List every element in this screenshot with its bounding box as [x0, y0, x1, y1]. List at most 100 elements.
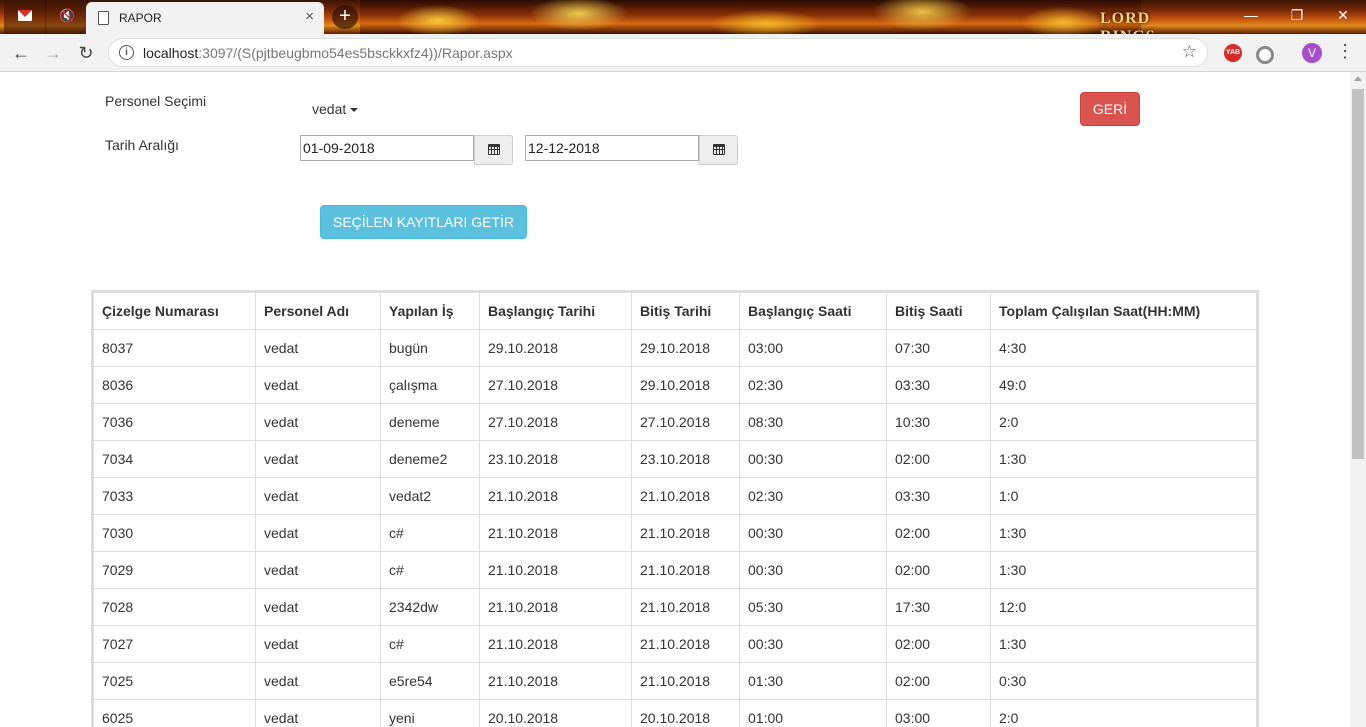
- table-cell: 17:30: [886, 588, 991, 626]
- table-cell: vedat: [255, 514, 381, 552]
- scrollbar-thumb[interactable]: [1352, 89, 1364, 459]
- personel-dropdown[interactable]: vedat: [312, 101, 359, 117]
- table-cell: 07:30: [886, 329, 991, 367]
- tab-close-icon[interactable]: ×: [305, 8, 314, 25]
- table-cell: 7028: [93, 588, 256, 626]
- table-cell: 01:00: [739, 699, 887, 727]
- vertical-scrollbar[interactable]: [1350, 72, 1366, 727]
- table-cell: 02:30: [739, 477, 887, 515]
- calendar-icon: [713, 144, 725, 155]
- table-cell: 49:0: [990, 366, 1257, 404]
- table-cell: vedat: [255, 403, 381, 441]
- table-cell: 02:00: [886, 625, 991, 663]
- table-cell: 7025: [93, 662, 256, 700]
- table-cell: yeni: [380, 699, 480, 727]
- table-cell: 21.10.2018: [479, 477, 632, 515]
- table-cell: 6025: [93, 699, 256, 727]
- table-cell: 00:30: [739, 440, 887, 478]
- table-cell: 20.10.2018: [631, 699, 740, 727]
- table-row: 8036 vedat çalışma 27.10.2018 29.10.2018 02:3…: [93, 366, 1257, 404]
- start-date-input[interactable]: [300, 135, 474, 161]
- browser-toolbar: ← → ↻ i localhost:3097/(S(pjtbeugbmo54es…: [0, 34, 1366, 72]
- table-cell: 1:30: [990, 514, 1257, 552]
- ring-extension-icon[interactable]: [1256, 46, 1274, 64]
- table-row: 6025 vedat yeni 20.10.2018 20.10.2018 01:00 03…: [93, 699, 1257, 727]
- url-text: localhost:3097/(S(pjtbeugbmo54es5bsckkxf…: [143, 45, 513, 61]
- table-cell: 02:30: [739, 366, 887, 404]
- table-row: 7025 vedat e5re54 21.10.2018 21.10.2018 01:30…: [93, 662, 1257, 700]
- minimize-button[interactable]: —: [1228, 0, 1274, 30]
- column-header: Toplam Çalışılan Saat(HH:MM): [990, 292, 1257, 330]
- table-cell: 03:00: [886, 699, 991, 727]
- personel-label: Personel Seçimi: [105, 93, 207, 109]
- column-header: Bitiş Saati: [886, 292, 991, 330]
- table-cell: c#: [380, 551, 480, 589]
- personel-selected: vedat: [312, 101, 347, 117]
- table-cell: 29.10.2018: [631, 329, 740, 367]
- window-close-button[interactable]: ✕: [1320, 0, 1366, 30]
- start-date-calendar-button[interactable]: [474, 135, 513, 165]
- table-cell: 21.10.2018: [479, 625, 632, 663]
- end-date-calendar-button[interactable]: [699, 135, 738, 165]
- table-cell: vedat: [255, 625, 381, 663]
- tab-gmail[interactable]: [4, 0, 46, 34]
- table-cell: 4:30: [990, 329, 1257, 367]
- table-cell: 7029: [93, 551, 256, 589]
- table-cell: 21.10.2018: [479, 588, 632, 626]
- address-bar[interactable]: i localhost:3097/(S(pjtbeugbmo54es5bsckk…: [108, 38, 1208, 67]
- muted-speaker-icon: 🔇: [59, 8, 76, 23]
- table-cell: 7030: [93, 514, 256, 552]
- column-header: Bitiş Tarihi: [631, 292, 740, 330]
- tab-title: RAPOR: [119, 11, 162, 25]
- table-cell: 05:30: [739, 588, 887, 626]
- restore-button[interactable]: ❐: [1274, 0, 1320, 30]
- table-cell: 23.10.2018: [631, 440, 740, 478]
- table-row: 7036 vedat deneme 27.10.2018 27.10.2018 08:30…: [93, 403, 1257, 441]
- table-cell: 27.10.2018: [479, 403, 632, 441]
- table-cell: 1:0: [990, 477, 1257, 515]
- table-cell: 7027: [93, 625, 256, 663]
- table-cell: 27.10.2018: [631, 403, 740, 441]
- profile-avatar[interactable]: V: [1302, 43, 1322, 63]
- table-cell: 2:0: [990, 699, 1257, 727]
- scroll-up-arrow-icon[interactable]: [1354, 76, 1362, 81]
- tab-rapor[interactable]: RAPOR ×: [86, 2, 324, 34]
- table-cell: c#: [380, 625, 480, 663]
- table-cell: 03:30: [886, 477, 991, 515]
- end-date-input[interactable]: [525, 135, 699, 161]
- info-icon[interactable]: i: [119, 45, 134, 60]
- column-header: Başlangıç Tarihi: [479, 292, 632, 330]
- menu-kebab-icon[interactable]: ⋮: [1336, 42, 1354, 60]
- table-cell: vedat: [255, 329, 381, 367]
- table-cell: vedat: [255, 366, 381, 404]
- table-cell: 1:30: [990, 625, 1257, 663]
- table-cell: 01:30: [739, 662, 887, 700]
- table-cell: vedat: [255, 588, 381, 626]
- reload-icon[interactable]: ↻: [73, 40, 99, 66]
- table-cell: 03:00: [739, 329, 887, 367]
- table-row: 7030 vedat c# 21.10.2018 21.10.2018 00:30 02:0…: [93, 514, 1257, 552]
- column-header: Çizelge Numarası: [93, 292, 256, 330]
- column-header: Personel Adı: [255, 292, 381, 330]
- table-cell: c#: [380, 514, 480, 552]
- tab-muted[interactable]: 🔇: [46, 0, 88, 34]
- bookmark-star-icon[interactable]: ☆: [1182, 42, 1197, 62]
- table-cell: vedat: [255, 662, 381, 700]
- table-cell: 10:30: [886, 403, 991, 441]
- table-cell: 1:30: [990, 440, 1257, 478]
- table-cell: çalışma: [380, 366, 480, 404]
- table-row: 7027 vedat c# 21.10.2018 21.10.2018 00:30 02:0…: [93, 625, 1257, 663]
- table-cell: 00:30: [739, 625, 887, 663]
- table-cell: 23.10.2018: [479, 440, 632, 478]
- calendar-icon: [488, 144, 500, 155]
- new-tab-button[interactable]: +: [332, 5, 358, 29]
- table-cell: 7036: [93, 403, 256, 441]
- table-cell: 29.10.2018: [631, 366, 740, 404]
- back-arrow-icon[interactable]: ←: [8, 40, 34, 66]
- yab-extension-icon[interactable]: YAB: [1224, 44, 1242, 62]
- geri-button[interactable]: GERİ: [1080, 92, 1140, 126]
- table-cell: deneme2: [380, 440, 480, 478]
- forward-arrow-icon[interactable]: →: [40, 40, 66, 66]
- table-cell: 21.10.2018: [631, 662, 740, 700]
- getir-button[interactable]: SEÇİLEN KAYITLARI GETİR: [320, 205, 527, 239]
